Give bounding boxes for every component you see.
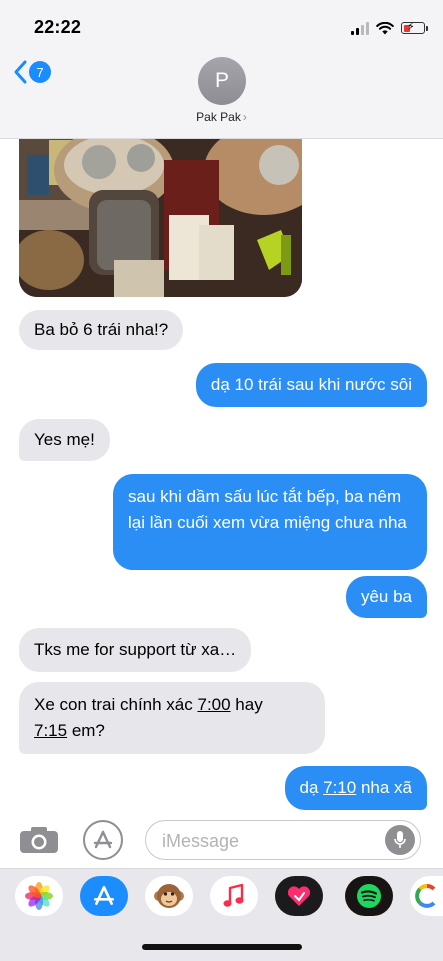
home-indicator[interactable] bbox=[142, 944, 302, 950]
message-text: dạ 10 trái sau khi nước sôi bbox=[210, 375, 412, 394]
message-input[interactable] bbox=[160, 829, 384, 853]
status-icons: ⚡ bbox=[351, 18, 428, 38]
camera-icon bbox=[20, 827, 58, 853]
music-app-button[interactable] bbox=[210, 876, 258, 916]
music-icon bbox=[223, 883, 244, 907]
spotify-app-button[interactable] bbox=[345, 876, 393, 916]
app-store-app-button[interactable] bbox=[80, 876, 128, 916]
digital-touch-app-button[interactable] bbox=[275, 876, 323, 916]
wifi-icon bbox=[376, 21, 394, 34]
contact-avatar[interactable]: P bbox=[198, 57, 246, 105]
photo-image bbox=[19, 130, 302, 297]
spotify-icon bbox=[357, 884, 381, 908]
outgoing-message: dạ 10 trái sau khi nước sôi bbox=[195, 363, 427, 407]
message-text: sau khi dầm sấu lúc tắt bếp, ba nêm lại … bbox=[128, 487, 407, 532]
microphone-icon bbox=[394, 831, 406, 848]
google-icon bbox=[414, 884, 435, 908]
received-photo[interactable] bbox=[19, 130, 302, 297]
camera-button[interactable] bbox=[18, 825, 60, 855]
time-link[interactable]: 7:10 bbox=[323, 778, 356, 797]
battery-charging-icon: ⚡ bbox=[401, 21, 428, 34]
photos-app-button[interactable] bbox=[15, 876, 63, 916]
app-store-icon bbox=[93, 830, 113, 849]
incoming-message: Ba bỏ 6 trái nha!? bbox=[19, 310, 184, 350]
message-text: yêu ba bbox=[360, 587, 412, 606]
message-input-bar bbox=[0, 812, 443, 868]
dictation-button[interactable] bbox=[385, 825, 415, 855]
incoming-message: Tks me for support từ xa… bbox=[19, 628, 252, 672]
time-link[interactable]: 7:15 bbox=[34, 721, 67, 740]
imessage-field[interactable] bbox=[145, 820, 421, 860]
contact-name-button[interactable]: Pak Pak › bbox=[0, 110, 443, 124]
app-store-button[interactable] bbox=[83, 820, 123, 860]
cellular-signal-icon bbox=[351, 21, 369, 35]
message-text: Yes mẹ! bbox=[34, 430, 95, 449]
unread-count-badge: 7 bbox=[29, 61, 51, 83]
message-line-1: Xe con trai chính xác 7:00 hay bbox=[34, 695, 263, 714]
incoming-message: Xe con trai chính xác 7:00 hay 7:15 em? bbox=[19, 682, 325, 754]
outgoing-message: sau khi dầm sấu lúc tắt bếp, ba nêm lại … bbox=[113, 474, 427, 570]
status-time: 22:22 bbox=[34, 17, 82, 37]
google-app-button[interactable] bbox=[410, 876, 443, 916]
digital-touch-icon bbox=[287, 886, 311, 906]
time-link[interactable]: 7:00 bbox=[197, 695, 230, 714]
chevron-left-icon bbox=[14, 60, 27, 84]
contact-name: Pak Pak bbox=[196, 110, 241, 124]
animoji-app-button[interactable] bbox=[145, 876, 193, 916]
photos-icon bbox=[25, 882, 53, 910]
outgoing-message: yêu ba bbox=[345, 576, 427, 618]
message-text: Tks me for support từ xa… bbox=[34, 640, 237, 659]
message-line-2: 7:15 em? bbox=[34, 721, 105, 740]
chevron-right-icon: › bbox=[242, 110, 247, 124]
app-store-icon bbox=[93, 885, 115, 905]
conversation-header: 22:22 ⚡ 7 P Pak Pak › bbox=[0, 0, 443, 139]
animoji-icon bbox=[154, 884, 184, 908]
incoming-message: Yes mẹ! bbox=[19, 419, 110, 461]
outgoing-message: dạ 7:10 nha xã bbox=[284, 766, 427, 810]
back-button[interactable]: 7 bbox=[13, 60, 51, 84]
message-text: Ba bỏ 6 trái nha!? bbox=[34, 320, 169, 339]
